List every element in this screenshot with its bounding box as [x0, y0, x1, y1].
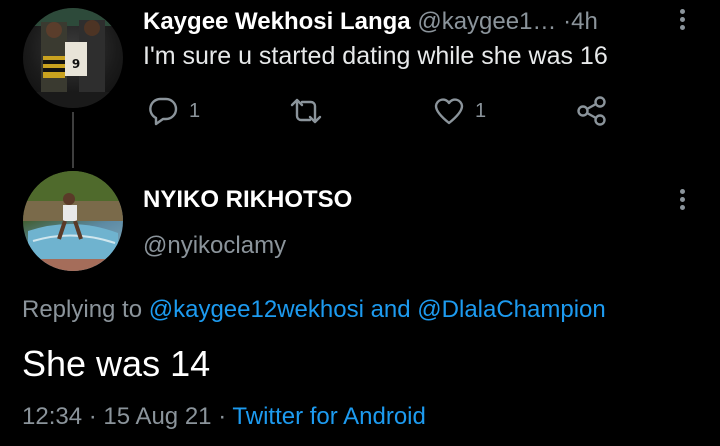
separator-dot: ·	[218, 403, 227, 430]
tweet-time: 12:34	[22, 403, 83, 430]
tweet-text: I'm sure u started dating while she was …	[143, 42, 608, 70]
avatar[interactable]	[23, 171, 123, 271]
share-icon	[577, 96, 606, 126]
more-vertical-icon[interactable]	[675, 186, 689, 214]
reply-icon	[149, 97, 178, 126]
tweet-source-link[interactable]: Twitter for Android	[232, 403, 425, 430]
tweet-metadata: 12:34 · 15 Aug 21 · Twitter for Android	[22, 403, 426, 431]
separator-dot: ·	[88, 403, 97, 430]
display-name[interactable]: NYIKO RIKHOTSO	[143, 186, 352, 214]
jersey-number: 9	[72, 57, 80, 71]
tweet-text: She was 14	[22, 343, 211, 384]
replying-prefix: Replying to	[22, 296, 143, 323]
timestamp[interactable]: 4h	[571, 8, 598, 35]
handle[interactable]: @kaygee1…	[417, 8, 556, 35]
mention-link[interactable]: @DlalaChampion	[417, 296, 605, 323]
thread-connector-line	[72, 112, 74, 168]
avatar-photo	[23, 171, 123, 271]
tweet-date: 15 Aug 21	[103, 403, 212, 430]
more-vertical-icon[interactable]	[675, 6, 689, 34]
like-icon	[434, 98, 464, 125]
mention-link[interactable]: @kaygee12wekhosi	[149, 296, 364, 323]
reply-button[interactable]: 1	[147, 96, 200, 126]
reply-count: 1	[189, 99, 201, 122]
handle[interactable]: @nyikoclamy	[143, 232, 286, 260]
separator-dot: ·	[563, 8, 572, 35]
avatar-photo: 9	[23, 8, 123, 108]
replying-to-line: Replying to @kaygee12wekhosi and @DlalaC…	[22, 296, 606, 324]
replying-and[interactable]: and	[371, 296, 411, 323]
like-count: 1	[475, 99, 487, 122]
retweet-icon	[290, 98, 322, 124]
retweet-button[interactable]	[288, 96, 334, 126]
like-button[interactable]: 1	[433, 96, 486, 126]
reply-parent-header: Kaygee Wekhosi Langa @kaygee1… ·4h	[143, 8, 598, 36]
display-name[interactable]: Kaygee Wekhosi Langa	[143, 8, 411, 35]
share-button[interactable]	[576, 96, 608, 126]
avatar[interactable]: 9	[23, 8, 123, 108]
